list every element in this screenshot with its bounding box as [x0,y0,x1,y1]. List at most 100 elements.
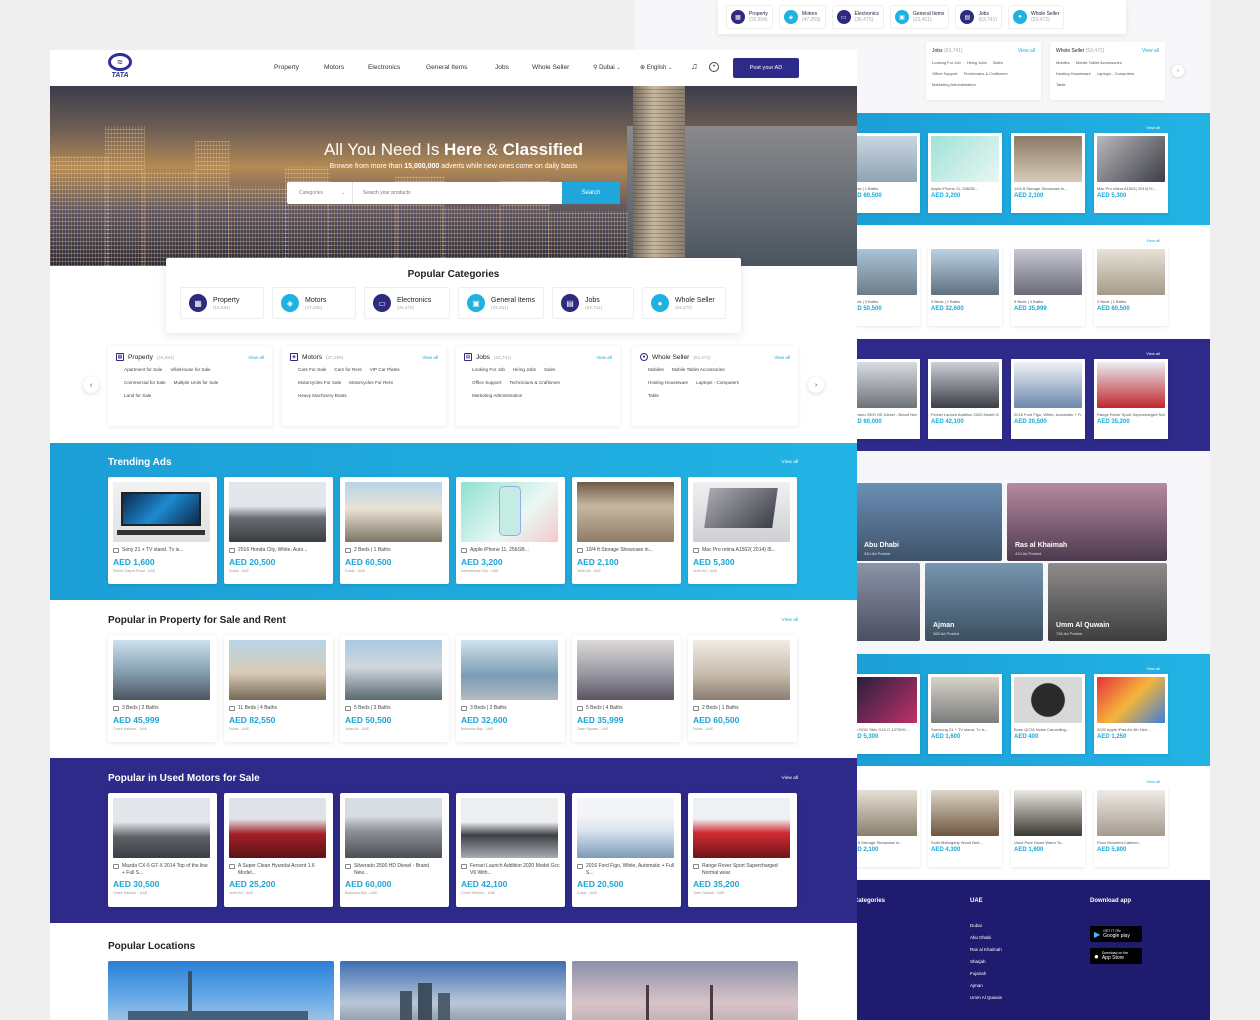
nav-whole-seller[interactable]: Whole Seller [532,64,569,71]
category-dropdown[interactable]: Categories ⌄ [287,182,353,204]
nav-motors[interactable]: Motors [324,64,344,71]
back-location-umm-al-quwain[interactable]: Umm Al Quwain 736 Ad Posted [1048,563,1167,641]
back-cat-property[interactable]: ▦ Property (15,554) [726,5,773,29]
back-view-all-2[interactable]: View all [1146,238,1160,243]
motor-card[interactable]: Mazda CX-5 GT-X 2014 Top of the line + F… [108,793,217,907]
app-store-button[interactable]: ● Download on the App Store [1090,948,1142,964]
footer-city-link[interactable]: Ajman [970,980,1002,992]
subcat-link[interactable]: Heavy Machinery Boats [298,393,347,398]
search-input[interactable] [353,182,562,204]
motor-card[interactable]: Silverado 2500 HD Diesel - Brand New... A… [340,793,449,907]
category-card-property[interactable]: ▦ Property (15,554) [180,287,264,319]
back-cat-electronics[interactable]: ▭ Electronics (36,475) [831,5,884,29]
ad-card[interactable]: Mac Pro retina A1502( 2014) I5... AED 5,3… [688,477,797,584]
view-all-link[interactable]: View all [782,460,798,465]
footer-city-link[interactable]: Umm Al Quwain [970,992,1002,1004]
ad-card[interactable]: 2016 Honda City, White, Auto... AED 20,50… [224,477,333,584]
subcat-link[interactable]: Multiple Units for Sale [174,380,219,385]
view-all-link[interactable]: View all [596,355,612,360]
ad-card[interactable]: 10/4 ft Storage Showcase in... AED 2,100 J… [572,477,681,584]
back-view-all-4[interactable]: View all [1146,666,1160,671]
property-card[interactable]: 3 Beds | 2 Baths AED 32,600 Business Bay -… [456,635,565,742]
category-card-electronics[interactable]: ▭ Electronics (36,475) [364,287,450,319]
nav-electronics[interactable]: Electronics [368,64,400,71]
location-card[interactable] [572,961,798,1020]
language-selector[interactable]: ⊕ English ⌄ [640,64,672,71]
location-card[interactable] [108,961,334,1020]
back-location-abu-dhabi[interactable]: Abu Dhabi 340 Ad Posted [856,483,1002,561]
site-logo[interactable]: ≈ TATA [108,53,132,83]
category-card-motors[interactable]: ◈ Motors (47,259) [272,287,356,319]
property-card[interactable]: 5 Beds | 3 Baths AED 50,500 Jebel Ali - UA… [340,635,449,742]
subcat-link[interactable]: Motorcycles For Sale [298,380,341,385]
post-ad-button[interactable]: Post your AD [733,58,799,78]
category-card-general-items[interactable]: ▣ General Items (23,451) [458,287,544,319]
subcat-link[interactable]: Mobile Tablet Accessories [672,367,725,372]
view-all-link[interactable]: View all [422,355,438,360]
location-selector[interactable]: ⚲ Dubai ⌄ [593,64,621,71]
category-card-whole-seller[interactable]: ● Whole Seller (53,472) [642,287,726,319]
property-card[interactable]: 5 Beds | 4 Baths AED 35,999 Town Square - … [572,635,681,742]
view-all-link[interactable]: View all [782,776,798,781]
footer-city-link[interactable]: Abu Dhabi [970,932,1002,944]
subcat-link[interactable]: Mobiles [648,367,664,372]
back-view-all-3[interactable]: View all [1146,351,1160,356]
nav-property[interactable]: Property [274,64,299,71]
back-cat-motors[interactable]: ◈ Motors (47,259) [778,5,826,29]
back-view-all[interactable]: View all [1146,125,1160,130]
bell-icon[interactable]: ♫ [691,61,698,71]
motor-card[interactable]: 2016 Ford Figo, White, Automatic + Full … [572,793,681,907]
ad-card[interactable]: Apple iPhone 11, 256GB... AED 3,200 Intern… [456,477,565,584]
subcat-link[interactable]: Cars For Sale [298,367,326,372]
subcat-link[interactable]: Land for Sale [124,393,151,398]
location-card[interactable] [340,961,566,1020]
back-whole-view-all[interactable]: View all [1142,48,1159,54]
subcat-link[interactable]: Apartment for Sale [124,367,162,372]
view-all-link[interactable]: View all [774,355,790,360]
motor-card[interactable]: Ferrari Launch Addition 2020 Model Gcc V… [456,793,565,907]
footer-city-link[interactable]: Dubai [970,920,1002,932]
subcat-link[interactable]: Motorcycles For Rent [349,380,393,385]
back-location-1[interactable] [856,563,920,641]
footer-city-link[interactable]: Fujairah [970,968,1002,980]
subcat-link[interactable]: Cars for Rent [334,367,361,372]
subcat-link[interactable]: VIP Car Plates [370,367,400,372]
back-view-all-5[interactable]: View all [1146,779,1160,784]
back-cat-general[interactable]: ▣ General Items (23,451) [889,5,950,29]
subcat-link[interactable]: Villa/House for Sale [170,367,210,372]
nav-jobs[interactable]: Jobs [495,64,509,71]
subcat-link[interactable]: Sales [544,367,556,372]
subcat-link[interactable]: Office Support [472,380,501,385]
prev-arrow-icon[interactable]: ‹ [83,377,99,393]
footer-city-link[interactable]: Sharjah [970,956,1002,968]
motor-card[interactable]: Range Rover Sport Supercharged Normal we… [688,793,797,907]
view-all-link[interactable]: View all [782,618,798,623]
category-card-jobs[interactable]: ▤ Jobs (63,741) [552,287,634,319]
property-card[interactable]: 2 Beds | 1 Baths AED 60,500 Dubai - UAE [688,635,797,742]
ad-card[interactable]: Sony 21 + TV stand. Tv is... AED 1,600 She… [108,477,217,584]
subcat-link[interactable]: Looking For Job [472,367,505,372]
subcat-link[interactable]: Commercial for Sale [124,380,166,385]
back-jobs-view-all[interactable]: View all [1018,48,1035,54]
ad-card[interactable]: 2 Beds | 1 Baths AED 60,500 Dubai - UAE [340,477,449,584]
back-cat-jobs[interactable]: ▤ Jobs (63,741) [955,5,1003,29]
subcat-link[interactable]: Hiring Jobs [513,367,536,372]
nav-general-items[interactable]: General Items [426,64,467,71]
subcat-link[interactable]: Laptops - Computers [696,380,739,385]
next-arrow-icon[interactable]: › [808,377,824,393]
search-button[interactable]: Search [562,182,620,204]
back-cat-whole[interactable]: ● Whole Seller (53,472) [1008,5,1065,29]
subcat-link[interactable]: Table [648,393,659,398]
motor-card[interactable]: A Super Clean Hyundai Accent 1.6 Model..… [224,793,333,907]
subcat-link[interactable]: Hosting Houseware [648,380,688,385]
property-card[interactable]: 11 Beds | 4 Baths AED 82,550 Dubai - UAE [224,635,333,742]
back-location-ajman[interactable]: Ajman 365 Ad Posted [925,563,1043,641]
google-play-button[interactable]: ▶ GET IT ON Google play [1090,926,1142,942]
view-all-link[interactable]: View all [248,355,264,360]
user-account-icon[interactable]: • [709,62,719,72]
back-next-arrow[interactable]: › [1172,65,1184,77]
back-location-ras-al-khaimah[interactable]: Ras al Khaimah 410 Ad Posted [1007,483,1167,561]
property-card[interactable]: 3 Beds | 2 Baths AED 45,999 Creek Harbour … [108,635,217,742]
footer-city-link[interactable]: Ras al Khaimah [970,944,1002,956]
subcat-link[interactable]: Marketing Administration [472,393,522,398]
